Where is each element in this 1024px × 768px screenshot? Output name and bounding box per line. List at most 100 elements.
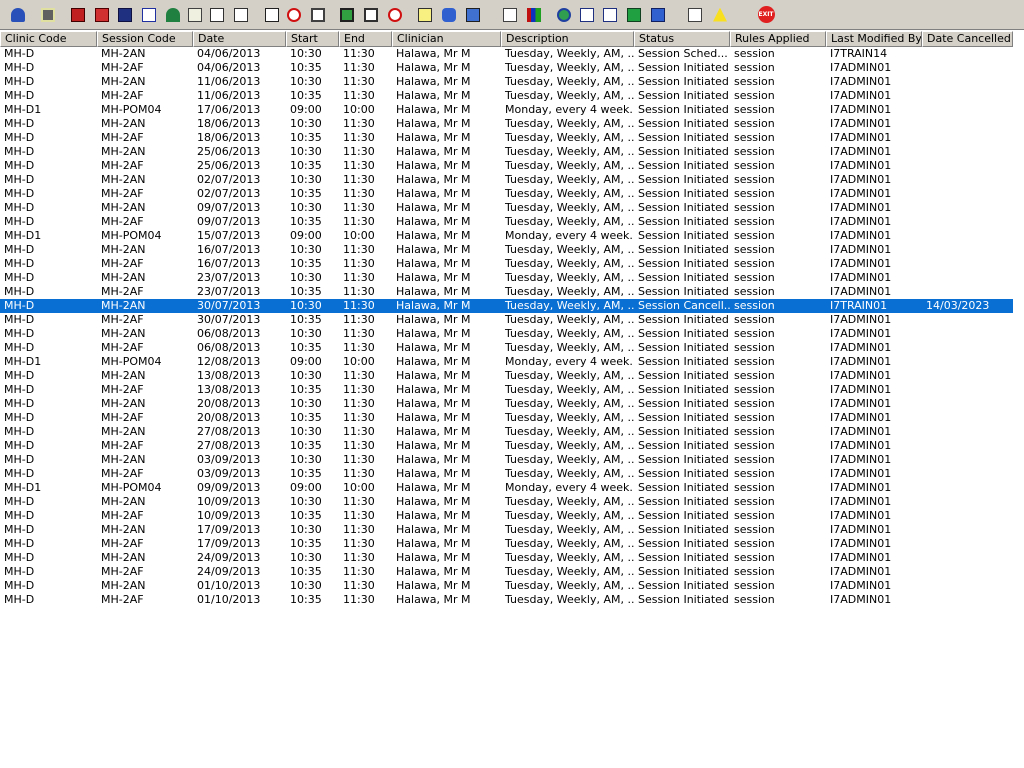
table-row[interactable]: MH-D MH-2AF 20/08/2013 10:35 11:30 Halawa, Mr…: [0, 411, 1013, 425]
table-row[interactable]: MH-D MH-2AF 24/09/2013 10:35 11:30 Halawa, Mr…: [0, 565, 1013, 579]
cell-status: Session Initiated: [638, 397, 729, 410]
page-button[interactable]: [501, 5, 519, 24]
cell-last-modified-by: I7ADMIN01: [830, 425, 892, 438]
globe-button[interactable]: [555, 5, 573, 24]
cell-description: Tuesday, Weekly, AM, ...: [505, 61, 634, 74]
cell-clinician: Halawa, Mr M: [396, 593, 471, 606]
monitor-button[interactable]: [338, 5, 356, 24]
cell-date: 25/06/2013: [197, 159, 261, 172]
cell-session-code: MH-POM04: [101, 355, 162, 368]
table-row[interactable]: MH-D MH-2AN 01/10/2013 10:30 11:30 Halawa, Mr…: [0, 579, 1013, 593]
cancel-circle-button[interactable]: [285, 5, 303, 24]
column-header-start[interactable]: Start: [286, 31, 339, 47]
ticket-button[interactable]: [232, 5, 250, 24]
cell-clinician: Halawa, Mr M: [396, 481, 471, 494]
table-row[interactable]: MH-D MH-2AN 18/06/2013 10:30 11:30 Halawa, Mr…: [0, 117, 1013, 131]
column-header-status[interactable]: Status: [634, 31, 730, 47]
table-row[interactable]: MH-D1 MH-POM04 09/09/2013 09:00 10:00 Halawa,…: [0, 481, 1013, 495]
table-row[interactable]: MH-D MH-2AF 04/06/2013 10:35 11:30 Halawa, Mr…: [0, 61, 1013, 75]
table-row[interactable]: MH-D MH-2AF 30/07/2013 10:35 11:30 Halawa, Mr…: [0, 313, 1013, 327]
table-row[interactable]: MH-D MH-2AN 23/07/2013 10:30 11:30 Halawa, Mr…: [0, 271, 1013, 285]
cell-description: Tuesday, Weekly, AM, ...: [505, 327, 634, 340]
clock-button[interactable]: [386, 5, 404, 24]
column-header-rules-applied[interactable]: Rules Applied: [730, 31, 826, 47]
table-row[interactable]: MH-D MH-2AN 13/08/2013 10:30 11:30 Halawa, Mr…: [0, 369, 1013, 383]
upload-button[interactable]: [464, 5, 482, 24]
table-row[interactable]: MH-D MH-2AN 20/08/2013 10:30 11:30 Halawa, Mr…: [0, 397, 1013, 411]
column-header-clinic-code[interactable]: Clinic Code: [0, 31, 97, 47]
cell-end: 11:30: [343, 271, 375, 284]
cell-session-code: MH-2AN: [101, 495, 146, 508]
table-row[interactable]: MH-D1 MH-POM04 17/06/2013 09:00 10:00 Halawa,…: [0, 103, 1013, 117]
cell-description: Tuesday, Weekly, AM, ...: [505, 257, 634, 270]
column-header-end[interactable]: End: [339, 31, 392, 47]
notes-button[interactable]: [186, 5, 204, 24]
table-row[interactable]: MH-D MH-2AF 10/09/2013 10:35 11:30 Halawa, Mr…: [0, 509, 1013, 523]
column-header-clinician[interactable]: Clinician: [392, 31, 501, 47]
edit-button[interactable]: [416, 5, 434, 24]
transfer-button[interactable]: [208, 5, 226, 24]
table-row[interactable]: MH-D MH-2AN 03/09/2013 10:30 11:30 Halawa, Mr…: [0, 453, 1013, 467]
cell-date: 02/07/2013: [197, 173, 261, 186]
table-row[interactable]: MH-D MH-2AF 18/06/2013 10:35 11:30 Halawa, Mr…: [0, 131, 1013, 145]
table-row[interactable]: MH-D MH-2AF 02/07/2013 10:35 11:30 Halawa, Mr…: [0, 187, 1013, 201]
table-row[interactable]: MH-D MH-2AN 06/08/2013 10:30 11:30 Halawa, Mr…: [0, 327, 1013, 341]
cell-end: 11:30: [343, 509, 375, 522]
table-row[interactable]: MH-D MH-2AF 13/08/2013 10:35 11:30 Halawa, Mr…: [0, 383, 1013, 397]
document-search-button[interactable]: [263, 5, 281, 24]
table-row[interactable]: MH-D MH-2AN 11/06/2013 10:30 11:30 Halawa, Mr…: [0, 75, 1013, 89]
exit-button[interactable]: EXIT: [757, 5, 775, 24]
report-button[interactable]: [116, 5, 134, 24]
table-row[interactable]: MH-D MH-2AN 09/07/2013 10:30 11:30 Halawa, Mr…: [0, 201, 1013, 215]
car-button[interactable]: [440, 5, 458, 24]
table-row[interactable]: MH-D MH-2AF 16/07/2013 10:35 11:30 Halawa, Mr…: [0, 257, 1013, 271]
table-row[interactable]: MH-D1 MH-POM04 15/07/2013 09:00 10:00 Halawa,…: [0, 229, 1013, 243]
column-header-last-modified-by[interactable]: Last Modified By: [826, 31, 922, 47]
table-row[interactable]: MH-D MH-2AN 16/07/2013 10:30 11:30 Halawa, Mr…: [0, 243, 1013, 257]
swap-button[interactable]: [686, 5, 704, 24]
column-header-session-code[interactable]: Session Code: [97, 31, 193, 47]
table-row[interactable]: MH-D MH-2AN 02/07/2013 10:30 11:30 Halawa, Mr…: [0, 173, 1013, 187]
cell-session-code: MH-2AF: [101, 131, 144, 144]
table-row[interactable]: MH-D1 MH-POM04 12/08/2013 09:00 10:00 Halawa,…: [0, 355, 1013, 369]
table-row[interactable]: MH-D MH-2AN 25/06/2013 10:30 11:30 Halawa, Mr…: [0, 145, 1013, 159]
table-row[interactable]: MH-D MH-2AF 06/08/2013 10:35 11:30 Halawa, Mr…: [0, 341, 1013, 355]
column-header-date[interactable]: Date: [193, 31, 286, 47]
table-row[interactable]: MH-D MH-2AN 04/06/2013 10:30 11:30 Halawa, Mr…: [0, 47, 1013, 61]
table-row[interactable]: MH-D MH-2AN 24/09/2013 10:30 11:30 Halawa, Mr…: [0, 551, 1013, 565]
table-row[interactable]: MH-D MH-2AN 17/09/2013 10:30 11:30 Halawa, Mr…: [0, 523, 1013, 537]
cell-clinician: Halawa, Mr M: [396, 229, 471, 242]
cell-start: 10:35: [290, 341, 322, 354]
table-row[interactable]: MH-D MH-2AF 27/08/2013 10:35 11:30 Halawa, Mr…: [0, 439, 1013, 453]
print-button[interactable]: [39, 5, 57, 24]
table-row[interactable]: MH-D MH-2AF 03/09/2013 10:35 11:30 Halawa, Mr…: [0, 467, 1013, 481]
bar-chart-button[interactable]: [525, 5, 543, 24]
table-row[interactable]: MH-D MH-2AF 17/09/2013 10:35 11:30 Halawa, Mr…: [0, 537, 1013, 551]
column-header-description[interactable]: Description: [501, 31, 634, 47]
column-header-date-cancelled[interactable]: Date Cancelled: [922, 31, 1013, 47]
cell-session-code: MH-POM04: [101, 103, 162, 116]
cell-date-cancelled: [922, 355, 1013, 369]
table-row[interactable]: MH-D MH-2AF 09/07/2013 10:35 11:30 Halawa, Mr…: [0, 215, 1013, 229]
window-button[interactable]: [309, 5, 327, 24]
folder-button[interactable]: [93, 5, 111, 24]
user-button[interactable]: [9, 5, 27, 24]
import-button[interactable]: [649, 5, 667, 24]
warning-button[interactable]: [711, 5, 729, 24]
check-list-2-button[interactable]: [601, 5, 619, 24]
table-row[interactable]: MH-D MH-2AF 11/06/2013 10:35 11:30 Halawa, Mr…: [0, 89, 1013, 103]
notes-icon: [188, 7, 202, 22]
table-row[interactable]: MH-D MH-2AF 23/07/2013 10:35 11:30 Halawa, Mr…: [0, 285, 1013, 299]
list-button[interactable]: [362, 5, 380, 24]
m-button[interactable]: [140, 5, 158, 24]
person-button[interactable]: [164, 5, 182, 24]
table-row[interactable]: MH-D MH-2AF 01/10/2013 10:35 11:30 Halawa, Mr…: [0, 593, 1013, 607]
check-list-button[interactable]: [578, 5, 596, 24]
book-button[interactable]: [69, 5, 87, 24]
table-row[interactable]: MH-D MH-2AN 10/09/2013 10:30 11:30 Halawa, Mr…: [0, 495, 1013, 509]
table-row[interactable]: MH-D MH-2AF 25/06/2013 10:35 11:30 Halawa, Mr…: [0, 159, 1013, 173]
table-row-selected[interactable]: MH-D MH-2AN 30/07/2013 10:30 11:30 Halawa, Mr…: [0, 299, 1013, 313]
export-button[interactable]: [625, 5, 643, 24]
table-row[interactable]: MH-D MH-2AN 27/08/2013 10:30 11:30 Halawa, Mr…: [0, 425, 1013, 439]
cell-last-modified-by: I7ADMIN01: [830, 579, 892, 592]
